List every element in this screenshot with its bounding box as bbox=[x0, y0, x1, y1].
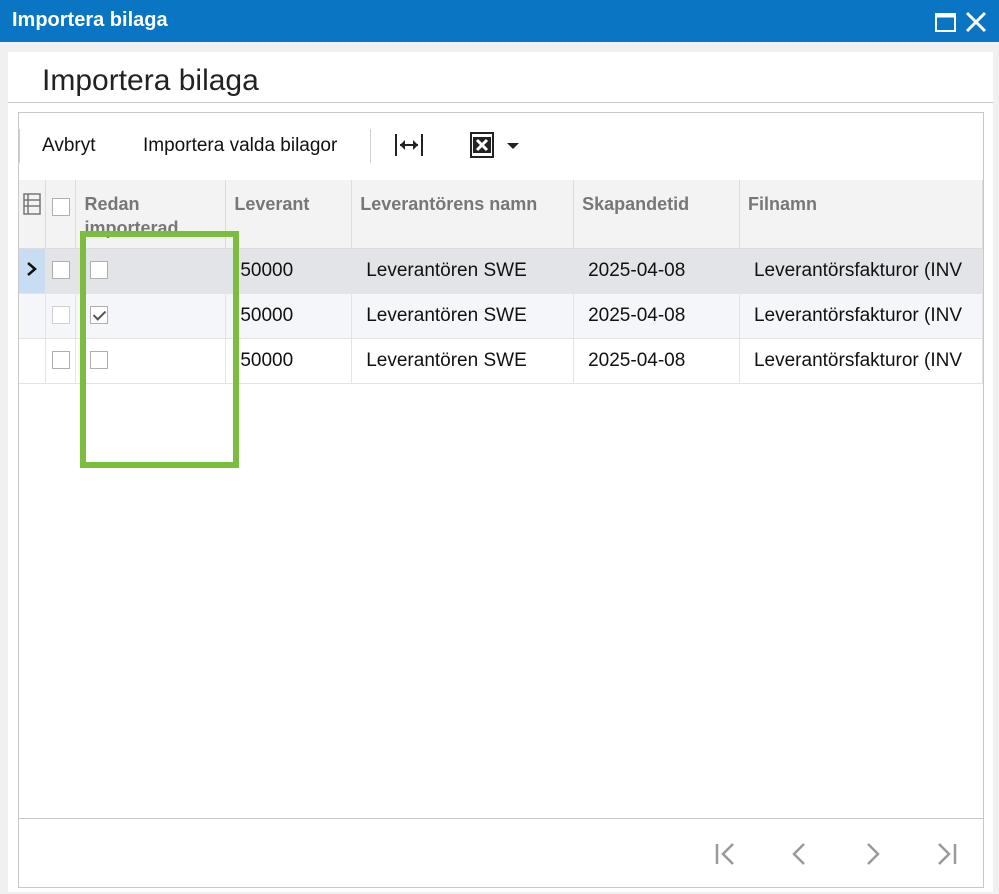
table-row[interactable]: 50000 Leverantören SWE 2025-04-08 Levera… bbox=[19, 248, 984, 294]
row-indicator bbox=[19, 338, 47, 384]
column-header-redan-importerad[interactable]: Redan importerad bbox=[75, 180, 227, 249]
column-header-filnamn[interactable]: Filnamn bbox=[739, 180, 984, 249]
column-header-leverantorens-namn[interactable]: Leverantörens namn bbox=[351, 180, 575, 249]
already-imported-checkbox[interactable] bbox=[75, 248, 227, 294]
column-chooser-icon[interactable] bbox=[19, 180, 47, 249]
already-imported-checkbox[interactable] bbox=[75, 293, 227, 339]
cell-skapandetid: 2025-04-08 bbox=[573, 248, 740, 294]
window-titlebar: Importera bilaga bbox=[0, 0, 999, 42]
table-row[interactable]: 50000 Leverantören SWE 2025-04-08 Levera… bbox=[19, 293, 984, 339]
maximize-icon[interactable] bbox=[934, 10, 958, 34]
cell-namn: Leverantören SWE bbox=[351, 338, 575, 384]
header-divider bbox=[8, 102, 993, 103]
select-all-checkbox[interactable] bbox=[45, 180, 77, 249]
cell-skapandetid: 2025-04-08 bbox=[573, 293, 740, 339]
cell-namn: Leverantören SWE bbox=[351, 293, 575, 339]
cell-leverantor: 50000 bbox=[225, 293, 353, 339]
attachments-table: Redan importerad Leverant Leverantörens … bbox=[19, 180, 984, 384]
first-page-icon[interactable] bbox=[713, 841, 739, 875]
cell-leverantor: 50000 bbox=[225, 248, 353, 294]
last-page-icon[interactable] bbox=[933, 841, 959, 875]
dialog-panel: Importera bilaga Avbryt Importera valda … bbox=[8, 52, 993, 892]
import-selected-button[interactable]: Importera valda bilagor bbox=[143, 135, 337, 157]
toolbar-divider bbox=[19, 129, 20, 163]
cancel-button[interactable]: Avbryt bbox=[42, 135, 96, 157]
row-select-checkbox[interactable] bbox=[45, 248, 77, 294]
page-title: Importera bilaga bbox=[42, 64, 259, 97]
table-row[interactable]: 50000 Leverantören SWE 2025-04-08 Levera… bbox=[19, 338, 984, 384]
fit-columns-icon[interactable] bbox=[394, 131, 424, 164]
row-select-checkbox[interactable] bbox=[45, 338, 77, 384]
previous-page-icon[interactable] bbox=[787, 841, 813, 875]
column-header-skapandetid[interactable]: Skapandetid bbox=[573, 180, 740, 249]
excel-export-icon[interactable] bbox=[469, 131, 525, 164]
already-imported-checkbox[interactable] bbox=[75, 338, 227, 384]
cell-skapandetid: 2025-04-08 bbox=[573, 338, 740, 384]
next-page-icon[interactable] bbox=[859, 841, 885, 875]
cell-filnamn: Leverantörsfakturor (INV bbox=[739, 248, 984, 294]
pager-divider bbox=[19, 818, 983, 819]
cell-filnamn: Leverantörsfakturor (INV bbox=[739, 338, 984, 384]
row-indicator-icon bbox=[19, 248, 47, 294]
cell-namn: Leverantören SWE bbox=[351, 248, 575, 294]
close-icon[interactable] bbox=[964, 10, 988, 34]
column-header-leverantor[interactable]: Leverant bbox=[225, 180, 353, 249]
toolbar-divider bbox=[370, 129, 371, 163]
row-select-checkbox[interactable] bbox=[45, 293, 77, 339]
grid-toolbar: Avbryt Importera valda bilagor bbox=[19, 113, 983, 179]
cell-filnamn: Leverantörsfakturor (INV bbox=[739, 293, 984, 339]
attachments-grid: Avbryt Importera valda bilagor Redan imp… bbox=[18, 112, 984, 888]
cell-leverantor: 50000 bbox=[225, 338, 353, 384]
table-header-row: Redan importerad Leverant Leverantörens … bbox=[19, 180, 984, 249]
window-title: Importera bilaga bbox=[12, 9, 168, 31]
row-indicator bbox=[19, 293, 47, 339]
